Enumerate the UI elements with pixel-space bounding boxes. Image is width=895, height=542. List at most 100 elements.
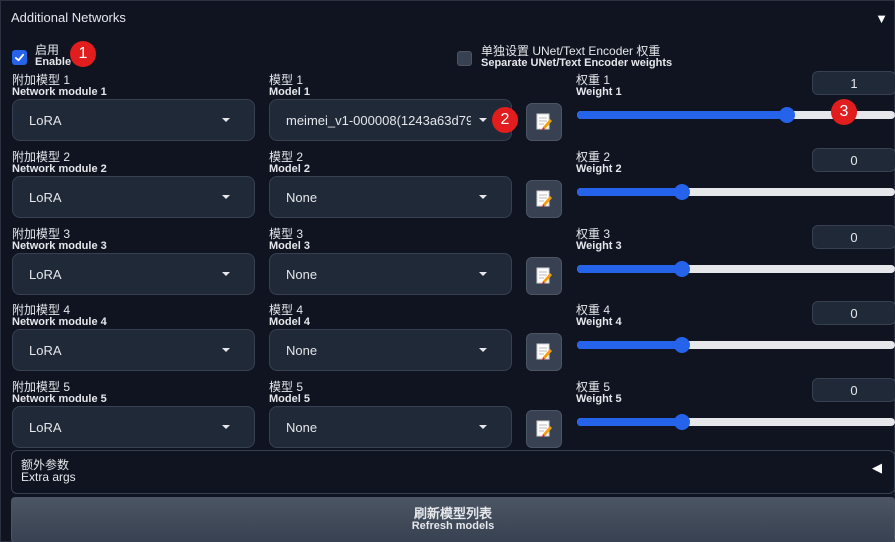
chevron-down-icon — [222, 348, 230, 352]
dropdown-value: LoRA — [29, 419, 62, 435]
edit-document-icon — [536, 420, 552, 437]
chevron-down-icon — [479, 118, 487, 122]
module-label-cn: 附加模型 5 — [12, 380, 71, 394]
collapse-arrow-icon[interactable]: ▼ — [875, 11, 888, 26]
weight-slider[interactable] — [577, 337, 895, 353]
check-icon — [14, 53, 25, 62]
model-label-en: Model 3 — [269, 240, 310, 252]
model-label-cn: 模型 5 — [269, 380, 304, 394]
weight-slider[interactable] — [577, 184, 895, 200]
network-row-1: 附加模型 1 Network module 1 LoRA 模型 1 Model … — [1, 71, 895, 144]
edit-model-button[interactable] — [526, 257, 562, 295]
slider-fill — [577, 418, 682, 426]
model-label: 模型 1 Model 1 — [269, 74, 310, 98]
model-label-en: Model 1 — [269, 86, 310, 98]
edit-model-button[interactable] — [526, 410, 562, 448]
network-module-dropdown[interactable]: LoRA — [12, 99, 255, 141]
module-label-en: Network module 5 — [12, 393, 107, 405]
slider-thumb[interactable] — [673, 337, 690, 353]
weight-label: 权重 4 Weight 4 — [576, 304, 622, 328]
model-dropdown[interactable]: None — [269, 406, 512, 448]
additional-networks-panel: Additional Networks ▼ 启用 Enable 单独设置 UNe… — [0, 0, 895, 542]
weight-label-cn: 权重 2 — [576, 150, 611, 164]
enable-toggle[interactable]: 启用 Enable — [12, 44, 71, 68]
extra-args-accordion[interactable]: 额外参数 Extra args ◀ — [11, 450, 895, 494]
separate-weights-checkbox[interactable] — [457, 51, 472, 66]
model-dropdown[interactable]: meimei_v1-000008(1243a63d79 — [269, 99, 512, 141]
enable-checkbox[interactable] — [12, 50, 27, 65]
slider-fill — [577, 188, 682, 196]
enable-label-en: Enable — [35, 56, 72, 68]
network-row-4: 附加模型 4 Network module 4 LoRA 模型 4 Model … — [1, 301, 895, 374]
module-label-en: Network module 4 — [12, 316, 107, 328]
network-module-dropdown[interactable]: LoRA — [12, 406, 255, 448]
edit-model-button[interactable] — [526, 333, 562, 371]
edit-document-icon — [536, 267, 552, 284]
model-label-en: Model 4 — [269, 316, 310, 328]
edit-model-button[interactable] — [526, 180, 562, 218]
model-dropdown[interactable]: None — [269, 176, 512, 218]
weight-number-input[interactable]: 0 — [812, 378, 895, 402]
weight-label-cn: 权重 4 — [576, 303, 611, 317]
network-row-3: 附加模型 3 Network module 3 LoRA 模型 3 Model … — [1, 225, 895, 298]
weight-label: 权重 2 Weight 2 — [576, 151, 622, 175]
model-label: 模型 5 Model 5 — [269, 381, 310, 405]
module-label-cn: 附加模型 4 — [12, 303, 71, 317]
edit-document-icon — [536, 190, 552, 207]
dropdown-value: None — [286, 342, 318, 358]
weight-slider[interactable] — [577, 414, 895, 430]
chevron-down-icon — [479, 348, 487, 352]
slider-thumb[interactable] — [673, 184, 690, 200]
refresh-models-button[interactable]: 刷新模型列表 Refresh models — [11, 497, 895, 542]
model-label: 模型 3 Model 3 — [269, 228, 310, 252]
module-label: 附加模型 2 Network module 2 — [12, 151, 107, 175]
edit-model-button[interactable] — [526, 103, 562, 141]
module-label-en: Network module 3 — [12, 240, 107, 252]
weight-label: 权重 5 Weight 5 — [576, 381, 622, 405]
dropdown-value: None — [286, 419, 318, 435]
model-label-en: Model 2 — [269, 163, 310, 175]
weight-number-input[interactable]: 0 — [812, 225, 895, 249]
slider-thumb[interactable] — [778, 107, 795, 123]
refresh-label-cn: 刷新模型列表 — [413, 506, 492, 521]
model-dropdown[interactable]: None — [269, 329, 512, 371]
slider-thumb[interactable] — [673, 261, 690, 277]
weight-label-en: Weight 5 — [576, 393, 622, 405]
refresh-label-en: Refresh models — [411, 520, 495, 532]
expand-arrow-icon[interactable]: ◀ — [872, 460, 882, 476]
chevron-down-icon — [479, 195, 487, 199]
module-label-cn: 附加模型 2 — [12, 150, 71, 164]
module-label-cn: 附加模型 3 — [12, 227, 71, 241]
model-label-cn: 模型 1 — [269, 73, 304, 87]
annotation-marker-2: 2 — [492, 107, 518, 133]
edit-document-icon — [536, 113, 552, 130]
separate-weights-toggle[interactable]: 单独设置 UNet/Text Encoder 权重 Separate UNet/… — [457, 45, 672, 69]
network-row-5: 附加模型 5 Network module 5 LoRA 模型 5 Model … — [1, 378, 895, 451]
model-label-cn: 模型 3 — [269, 227, 304, 241]
module-label: 附加模型 4 Network module 4 — [12, 304, 107, 328]
module-label-cn: 附加模型 1 — [12, 73, 71, 87]
chevron-down-icon — [222, 425, 230, 429]
panel-title: Additional Networks — [11, 10, 126, 25]
network-module-dropdown[interactable]: LoRA — [12, 329, 255, 371]
weight-slider[interactable] — [577, 261, 895, 277]
weight-label-cn: 权重 5 — [576, 380, 611, 394]
slider-thumb[interactable] — [673, 414, 690, 430]
weight-number-input[interactable]: 1 — [812, 71, 895, 95]
dropdown-value: None — [286, 266, 318, 282]
model-label: 模型 2 Model 2 — [269, 151, 310, 175]
module-label: 附加模型 5 Network module 5 — [12, 381, 107, 405]
enable-label-cn: 启用 — [35, 43, 60, 57]
model-dropdown[interactable]: None — [269, 253, 512, 295]
dropdown-value: None — [286, 189, 318, 205]
weight-number-input[interactable]: 0 — [812, 301, 895, 325]
weight-label-cn: 权重 3 — [576, 227, 611, 241]
model-label-cn: 模型 2 — [269, 150, 304, 164]
network-module-dropdown[interactable]: LoRA — [12, 253, 255, 295]
network-module-dropdown[interactable]: LoRA — [12, 176, 255, 218]
weight-label-en: Weight 1 — [576, 86, 622, 98]
chevron-down-icon — [222, 272, 230, 276]
dropdown-value: LoRA — [29, 189, 62, 205]
weight-number-input[interactable]: 0 — [812, 148, 895, 172]
dropdown-value: LoRA — [29, 112, 62, 128]
